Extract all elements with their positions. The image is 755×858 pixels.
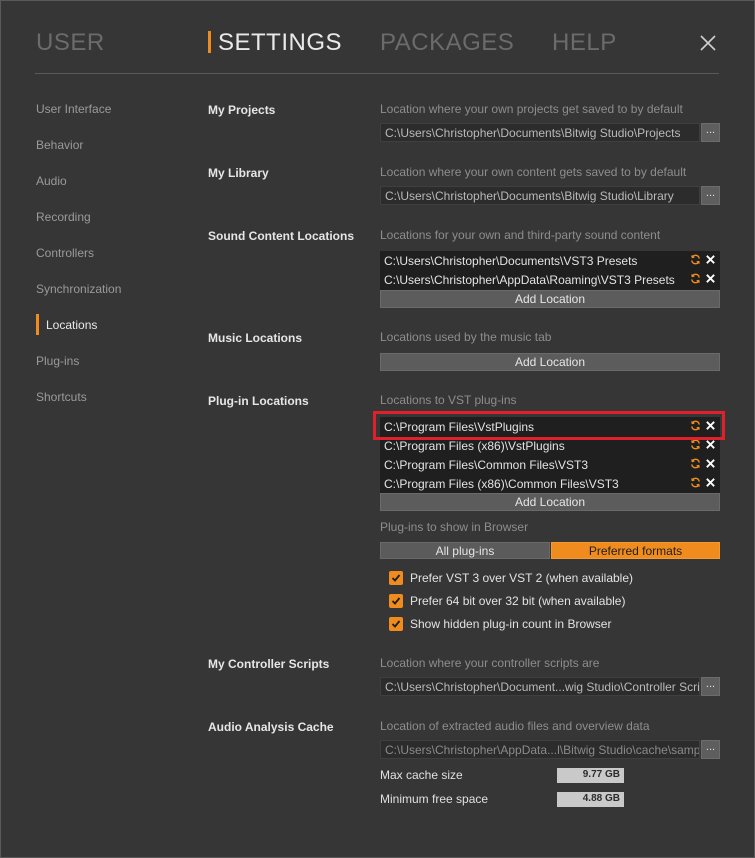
controller-scripts-description: Location where your controller scripts a… bbox=[380, 656, 600, 670]
refresh-icon[interactable] bbox=[690, 439, 701, 450]
refresh-icon[interactable] bbox=[690, 273, 701, 284]
music-add-location-button[interactable]: Add Location bbox=[380, 353, 720, 371]
sidebar-item-locations[interactable]: Locations bbox=[46, 318, 97, 332]
refresh-icon[interactable] bbox=[690, 254, 701, 265]
music-locations-title: Music Locations bbox=[208, 331, 303, 345]
sidebar-item-shortcuts[interactable]: Shortcuts bbox=[36, 390, 87, 404]
check-icon bbox=[391, 597, 401, 605]
plugin-locations-description: Locations to VST plug-ins bbox=[380, 393, 517, 407]
controller-scripts-title: My Controller Scripts bbox=[208, 657, 330, 671]
checkbox[interactable] bbox=[389, 594, 403, 608]
plugin-path: C:\Program Files\Common Files\VST3 bbox=[384, 458, 589, 472]
plugin-locations-title: Plug-in Locations bbox=[208, 394, 309, 408]
tab-packages[interactable]: PACKAGES bbox=[380, 29, 514, 57]
refresh-icon[interactable] bbox=[690, 458, 701, 469]
sidebar-item-audio[interactable]: Audio bbox=[36, 174, 67, 188]
my-library-description: Location where your own content gets sav… bbox=[380, 165, 687, 179]
sound-content-path: C:\Users\Christopher\Documents\VST3 Pres… bbox=[384, 254, 638, 268]
active-sidebar-marker bbox=[36, 314, 39, 335]
plugin-path: C:\Program Files (x86)\Common Files\VST3 bbox=[384, 477, 619, 491]
sidebar-item-synchronization[interactable]: Synchronization bbox=[36, 282, 121, 296]
refresh-icon[interactable] bbox=[690, 477, 701, 488]
my-projects-description: Location where your own projects get sav… bbox=[380, 102, 683, 116]
audio-cache-description: Location of extracted audio files and ov… bbox=[380, 719, 650, 733]
remove-icon[interactable] bbox=[705, 273, 716, 284]
sidebar-item-recording[interactable]: Recording bbox=[36, 210, 91, 224]
filter-preferred-formats-button[interactable]: Preferred formats bbox=[551, 542, 720, 559]
plugins-show-label: Plug-ins to show in Browser bbox=[380, 520, 529, 534]
my-library-path-field[interactable]: C:\Users\Christopher\Documents\Bitwig St… bbox=[380, 186, 700, 205]
list-item[interactable]: C:\Users\Christopher\AppData\Roaming\VST… bbox=[380, 270, 720, 289]
option-prefer-vst3[interactable]: Prefer VST 3 over VST 2 (when available) bbox=[389, 570, 633, 586]
tab-user[interactable]: USER bbox=[36, 29, 105, 57]
remove-icon[interactable] bbox=[705, 254, 716, 265]
sound-content-description: Locations for your own and third-party s… bbox=[380, 228, 661, 242]
remove-icon[interactable] bbox=[705, 420, 716, 431]
sound-content-title: Sound Content Locations bbox=[208, 229, 354, 243]
option-label: Prefer 64 bit over 32 bit (when availabl… bbox=[410, 594, 626, 608]
remove-icon[interactable] bbox=[705, 477, 716, 488]
checkbox[interactable] bbox=[389, 617, 403, 631]
option-prefer-64bit[interactable]: Prefer 64 bit over 32 bit (when availabl… bbox=[389, 593, 625, 609]
controller-scripts-browse-button[interactable]: ... bbox=[701, 677, 720, 696]
max-cache-size-label: Max cache size bbox=[380, 768, 463, 782]
list-item[interactable]: C:\Program Files\VstPlugins bbox=[380, 417, 720, 436]
plugin-path: C:\Program Files\VstPlugins bbox=[384, 420, 535, 434]
remove-icon[interactable] bbox=[705, 439, 716, 450]
list-item[interactable]: C:\Program Files\Common Files\VST3 bbox=[380, 455, 720, 474]
tab-settings[interactable]: SETTINGS bbox=[218, 29, 342, 57]
sidebar-item-user-interface[interactable]: User Interface bbox=[36, 102, 111, 116]
settings-window: USER SETTINGS PACKAGES HELP User Interfa… bbox=[0, 0, 755, 858]
my-projects-browse-button[interactable]: ... bbox=[701, 123, 720, 142]
check-icon bbox=[391, 574, 401, 582]
music-locations-description: Locations used by the music tab bbox=[380, 330, 552, 344]
option-label: Prefer VST 3 over VST 2 (when available) bbox=[410, 571, 633, 585]
sidebar-item-controllers[interactable]: Controllers bbox=[36, 246, 94, 260]
list-item[interactable]: C:\Users\Christopher\Documents\VST3 Pres… bbox=[380, 251, 720, 270]
min-free-space-label: Minimum free space bbox=[380, 792, 489, 806]
plugin-add-location-button[interactable]: Add Location bbox=[380, 493, 720, 511]
audio-cache-browse-button[interactable]: ... bbox=[701, 740, 720, 759]
max-cache-size-field[interactable]: 9.77 GB bbox=[557, 768, 624, 783]
list-item[interactable]: C:\Program Files (x86)\VstPlugins bbox=[380, 436, 720, 455]
my-projects-path-field[interactable]: C:\Users\Christopher\Documents\Bitwig St… bbox=[380, 123, 700, 142]
option-label: Show hidden plug-in count in Browser bbox=[410, 617, 612, 631]
close-icon[interactable] bbox=[699, 34, 717, 52]
my-projects-title: My Projects bbox=[208, 103, 276, 117]
list-item[interactable]: C:\Program Files (x86)\Common Files\VST3 bbox=[380, 474, 720, 493]
my-library-browse-button[interactable]: ... bbox=[701, 186, 720, 205]
controller-scripts-path-field[interactable]: C:\Users\Christopher\Document...wig Stud… bbox=[380, 677, 700, 696]
plugin-locations-list: C:\Program Files\VstPlugins C:\Program F… bbox=[380, 417, 720, 493]
sidebar-item-behavior[interactable]: Behavior bbox=[36, 138, 83, 152]
audio-cache-title: Audio Analysis Cache bbox=[208, 720, 334, 734]
remove-icon[interactable] bbox=[705, 458, 716, 469]
check-icon bbox=[391, 620, 401, 628]
sidebar-item-plug-ins[interactable]: Plug-ins bbox=[36, 354, 79, 368]
filter-all-plugins-button[interactable]: All plug-ins bbox=[380, 542, 550, 559]
tab-help[interactable]: HELP bbox=[552, 29, 617, 57]
option-show-hidden-count[interactable]: Show hidden plug-in count in Browser bbox=[389, 616, 611, 632]
sound-content-add-location-button[interactable]: Add Location bbox=[380, 290, 720, 308]
checkbox[interactable] bbox=[389, 571, 403, 585]
min-free-space-field[interactable]: 4.88 GB bbox=[557, 792, 624, 807]
audio-cache-path-field[interactable]: C:\Users\Christopher\AppData...l\Bitwig … bbox=[380, 740, 700, 759]
sound-content-list: C:\Users\Christopher\Documents\VST3 Pres… bbox=[380, 251, 720, 290]
my-library-title: My Library bbox=[208, 166, 269, 180]
header-divider bbox=[35, 73, 719, 74]
active-tab-marker bbox=[208, 31, 211, 53]
sound-content-path: C:\Users\Christopher\AppData\Roaming\VST… bbox=[384, 273, 675, 287]
plugin-path: C:\Program Files (x86)\VstPlugins bbox=[384, 439, 565, 453]
refresh-icon[interactable] bbox=[690, 420, 701, 431]
